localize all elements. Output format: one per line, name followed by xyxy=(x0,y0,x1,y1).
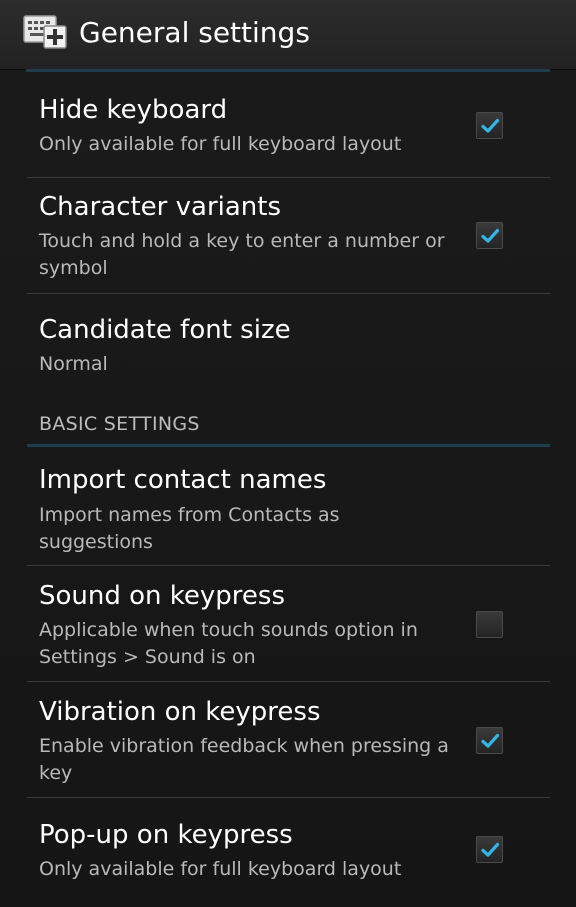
setting-summary: Only available for full keyboard layout xyxy=(39,133,402,155)
checkmark-icon xyxy=(481,228,500,243)
setting-hide-keyboard[interactable]: Hide keyboard Only available for full ke… xyxy=(0,72,576,177)
checkmark-icon xyxy=(481,733,500,748)
setting-summary: Import names from Contacts as suggestion… xyxy=(39,504,340,553)
action-bar: General settings xyxy=(0,0,576,70)
setting-summary: Enable vibration feedback when pressing … xyxy=(39,735,449,784)
popup-on-keypress-checkbox[interactable] xyxy=(476,836,503,863)
setting-value: Normal xyxy=(39,353,108,375)
setting-sound-on-keypress[interactable]: Sound on keypress Applicable when touch … xyxy=(0,566,576,681)
setting-popup-on-keypress[interactable]: Pop-up on keypress Only available for fu… xyxy=(0,798,576,907)
setting-candidate-font-size[interactable]: Candidate font size Normal xyxy=(0,294,576,394)
setting-summary: Applicable when touch sounds option in S… xyxy=(39,619,418,668)
setting-summary: Touch and hold a key to enter a number o… xyxy=(39,230,445,279)
setting-summary: Only available for full keyboard layout xyxy=(39,858,402,880)
character-variants-checkbox[interactable] xyxy=(476,222,503,249)
setting-title: Sound on keypress xyxy=(39,581,286,611)
setting-title: Hide keyboard xyxy=(39,95,228,125)
setting-character-variants[interactable]: Character variants Touch and hold a key … xyxy=(0,178,576,293)
settings-screen: General settings Hide keyboard Only avai… xyxy=(0,0,576,907)
keyboard-settings-icon[interactable] xyxy=(22,14,68,50)
section-header-basic-settings: BASIC SETTINGS xyxy=(39,413,200,435)
checkmark-icon xyxy=(481,842,500,857)
setting-title: Pop-up on keypress xyxy=(39,820,293,850)
setting-title: Vibration on keypress xyxy=(39,697,321,727)
setting-vibration-on-keypress[interactable]: Vibration on keypress Enable vibration f… xyxy=(0,682,576,797)
vibration-on-keypress-checkbox[interactable] xyxy=(476,727,503,754)
sound-on-keypress-checkbox[interactable] xyxy=(476,611,503,638)
page-title: General settings xyxy=(79,16,310,49)
checkmark-icon xyxy=(481,118,500,133)
hide-keyboard-checkbox[interactable] xyxy=(476,112,503,139)
setting-import-contact-names[interactable]: Import contact names Import names from C… xyxy=(0,447,576,565)
setting-title: Import contact names xyxy=(39,465,327,495)
setting-title: Character variants xyxy=(39,192,282,222)
setting-title: Candidate font size xyxy=(39,315,291,345)
